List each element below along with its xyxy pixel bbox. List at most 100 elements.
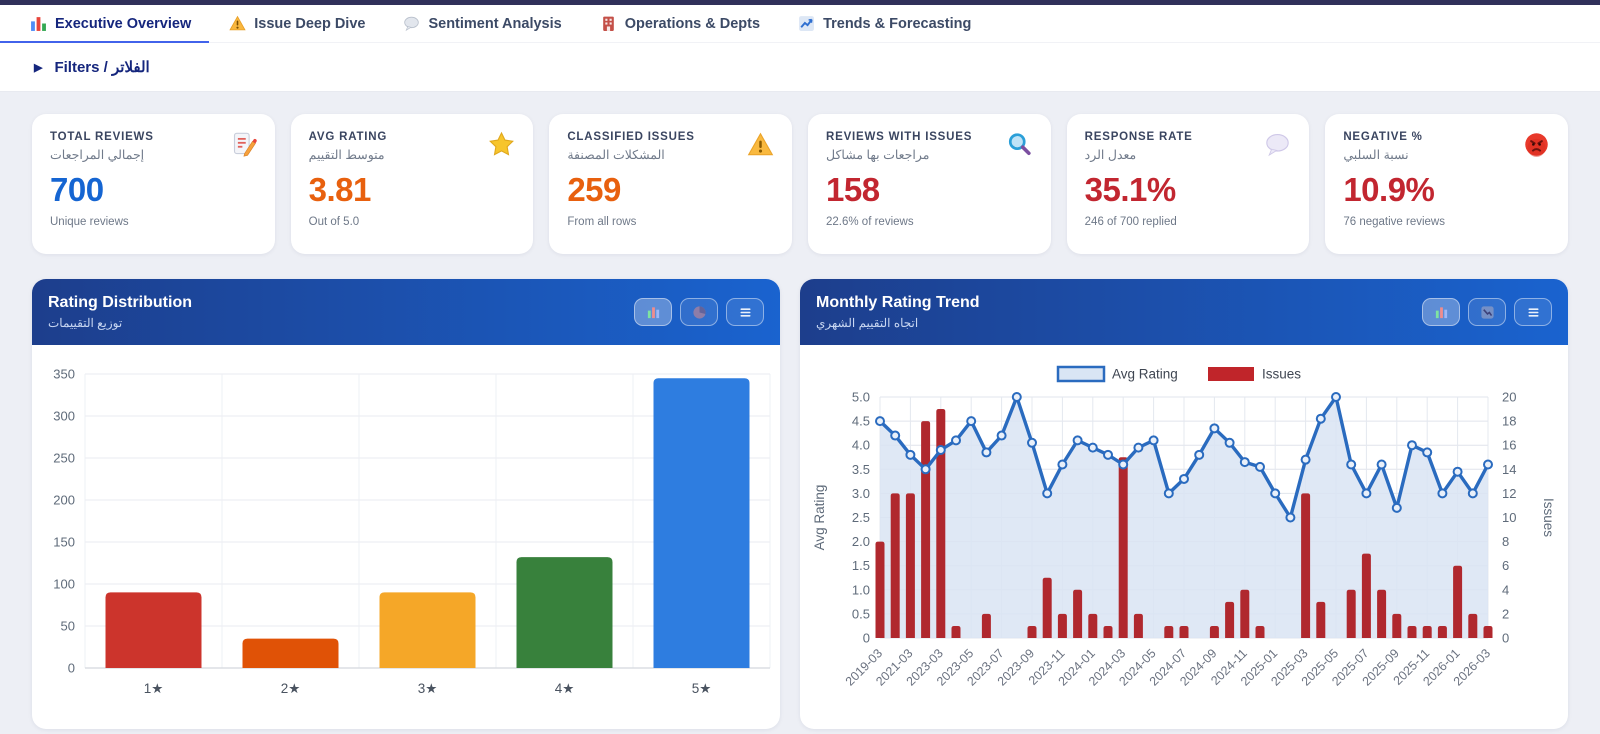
issues-bar[interactable]	[952, 626, 961, 638]
issues-bar[interactable]	[1073, 590, 1082, 638]
bar-chart-view-button[interactable]	[634, 298, 672, 326]
avg-rating-marker[interactable]	[1241, 458, 1249, 466]
issues-bar[interactable]	[1301, 493, 1310, 638]
pie-chart-view-button[interactable]	[680, 298, 718, 326]
issues-bar[interactable]	[1043, 578, 1052, 638]
avg-rating-marker[interactable]	[1362, 489, 1370, 497]
rating-bar[interactable]	[106, 592, 202, 668]
avg-rating-marker[interactable]	[891, 432, 899, 440]
kpi-label: AVG RATING	[309, 131, 388, 143]
avg-rating-marker[interactable]	[1302, 456, 1310, 464]
issues-bar[interactable]	[1316, 602, 1325, 638]
issues-bar[interactable]	[1423, 626, 1432, 638]
issues-bar[interactable]	[1210, 626, 1219, 638]
pie-chart-icon	[692, 305, 707, 320]
avg-rating-marker[interactable]	[937, 446, 945, 454]
avg-rating-marker[interactable]	[967, 417, 975, 425]
avg-rating-marker[interactable]	[1028, 439, 1036, 447]
avg-rating-marker[interactable]	[1378, 460, 1386, 468]
avg-rating-marker[interactable]	[922, 465, 930, 473]
avg-rating-marker[interactable]	[1226, 439, 1234, 447]
avg-rating-marker[interactable]	[1180, 475, 1188, 483]
issues-bar[interactable]	[1377, 590, 1386, 638]
issues-bar[interactable]	[1392, 614, 1401, 638]
avg-rating-marker[interactable]	[1332, 393, 1340, 401]
rating-bar[interactable]	[654, 378, 750, 668]
avg-rating-marker[interactable]	[982, 448, 990, 456]
avg-rating-marker[interactable]	[1393, 504, 1401, 512]
filters-bar[interactable]: ▶ Filters / الفلاتر	[0, 43, 1600, 92]
avg-rating-marker[interactable]	[1210, 424, 1218, 432]
issues-bar[interactable]	[1134, 614, 1143, 638]
avg-rating-marker[interactable]	[1165, 489, 1173, 497]
issues-bar[interactable]	[1468, 614, 1477, 638]
avg-rating-marker[interactable]	[952, 436, 960, 444]
avg-rating-marker[interactable]	[1195, 451, 1203, 459]
issues-bar[interactable]	[1180, 626, 1189, 638]
issues-bar[interactable]	[1453, 566, 1462, 638]
avg-rating-marker[interactable]	[1256, 463, 1264, 471]
issues-bar[interactable]	[1104, 626, 1113, 638]
kpi-label-arabic: إجمالي المراجعات	[50, 147, 154, 162]
menu-button[interactable]	[1514, 298, 1552, 326]
avg-rating-marker[interactable]	[906, 451, 914, 459]
rating-bar[interactable]	[243, 639, 339, 668]
bar-chart-view-button[interactable]	[1422, 298, 1460, 326]
issues-bar[interactable]	[1256, 626, 1265, 638]
issues-bar[interactable]	[1362, 554, 1371, 638]
issues-bar[interactable]	[1088, 614, 1097, 638]
line-chart-view-button[interactable]	[1468, 298, 1506, 326]
avg-rating-marker[interactable]	[1104, 451, 1112, 459]
issues-bar[interactable]	[921, 421, 930, 638]
tab-sentiment-analysis[interactable]: Sentiment Analysis	[387, 5, 577, 42]
avg-rating-marker[interactable]	[1074, 436, 1082, 444]
rating-bar[interactable]	[380, 592, 476, 668]
avg-rating-marker[interactable]	[1469, 489, 1477, 497]
menu-button[interactable]	[726, 298, 764, 326]
issues-bar[interactable]	[1028, 626, 1037, 638]
issues-bar[interactable]	[906, 493, 915, 638]
avg-rating-marker[interactable]	[998, 432, 1006, 440]
issues-bar[interactable]	[982, 614, 991, 638]
avg-rating-marker[interactable]	[1150, 436, 1158, 444]
svg-text:14: 14	[1502, 462, 1516, 477]
avg-rating-marker[interactable]	[1043, 489, 1051, 497]
avg-rating-marker[interactable]	[1347, 460, 1355, 468]
avg-rating-marker[interactable]	[1013, 393, 1021, 401]
issues-bar[interactable]	[1347, 590, 1356, 638]
avg-rating-marker[interactable]	[1134, 444, 1142, 452]
issues-bar[interactable]	[1438, 626, 1447, 638]
tab-executive-overview[interactable]: Executive Overview	[14, 5, 207, 42]
avg-rating-marker[interactable]	[876, 417, 884, 425]
avg-rating-marker[interactable]	[1058, 460, 1066, 468]
tab-issue-deep-dive[interactable]: Issue Deep Dive	[213, 5, 381, 42]
tab-operations-depts[interactable]: Operations & Depts	[584, 5, 776, 42]
tab-label: Operations & Depts	[625, 16, 760, 32]
kpi-value: 10.9%	[1343, 171, 1550, 209]
tab-trends-forecasting[interactable]: Trends & Forecasting	[782, 5, 987, 42]
avg-rating-marker[interactable]	[1484, 460, 1492, 468]
avg-rating-marker[interactable]	[1271, 489, 1279, 497]
issues-bar[interactable]	[1408, 626, 1417, 638]
issues-bar[interactable]	[891, 493, 900, 638]
issues-bar[interactable]	[1119, 457, 1128, 638]
issues-bar[interactable]	[936, 409, 945, 638]
issues-bar[interactable]	[1164, 626, 1173, 638]
avg-rating-marker[interactable]	[1286, 514, 1294, 522]
issues-bar[interactable]	[1240, 590, 1249, 638]
issues-bar[interactable]	[1484, 626, 1493, 638]
trend-chart-icon	[798, 15, 815, 32]
rating-bar[interactable]	[517, 557, 613, 668]
avg-rating-marker[interactable]	[1408, 441, 1416, 449]
kpi-label-arabic: مراجعات بها مشاكل	[826, 147, 972, 162]
avg-rating-marker[interactable]	[1423, 448, 1431, 456]
issues-bar[interactable]	[1058, 614, 1067, 638]
avg-rating-marker[interactable]	[1438, 489, 1446, 497]
avg-rating-marker[interactable]	[1454, 468, 1462, 476]
avg-rating-marker[interactable]	[1317, 415, 1325, 423]
issues-bar[interactable]	[876, 542, 885, 638]
issues-bar[interactable]	[1225, 602, 1234, 638]
avg-rating-marker[interactable]	[1089, 444, 1097, 452]
avg-rating-marker[interactable]	[1119, 460, 1127, 468]
kpi-label-arabic: متوسط التقييم	[309, 147, 388, 162]
